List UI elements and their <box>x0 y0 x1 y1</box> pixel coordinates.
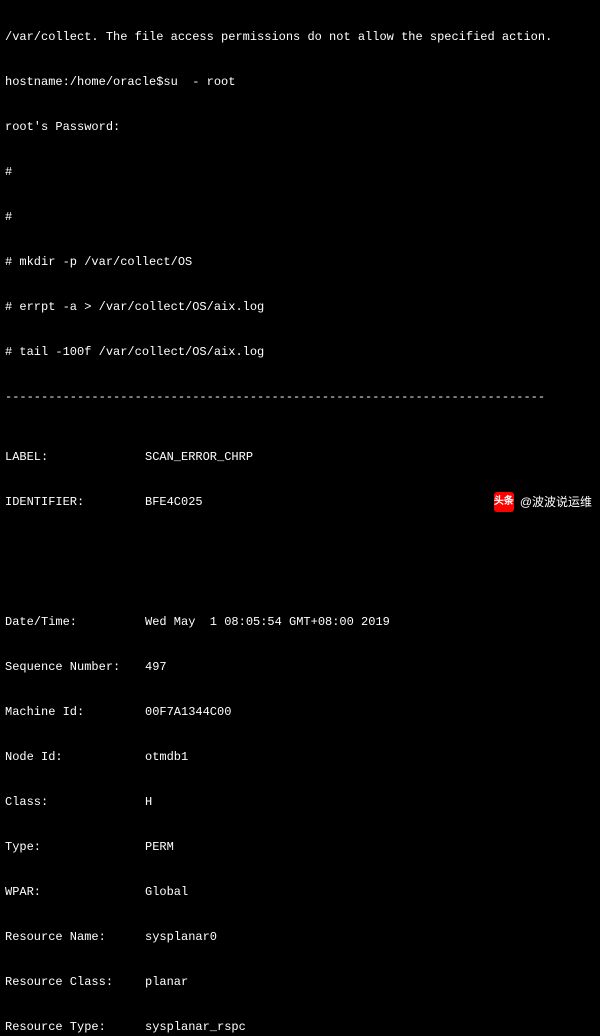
field-label: LABEL: <box>5 450 145 465</box>
field-label: Class: <box>5 795 145 810</box>
field-label: Date/Time: <box>5 615 145 630</box>
field-row: LABEL: SCAN_ERROR_CHRP <box>5 450 595 465</box>
terminal-output: /var/collect. The file access permission… <box>5 0 595 1036</box>
watermark-text: @波波说运维 <box>520 495 592 510</box>
watermark: 头条 @波波说运维 <box>494 492 592 512</box>
shell-prompt: # <box>5 165 595 180</box>
field-label: Resource Class: <box>5 975 145 990</box>
field-row: Machine Id: 00F7A1344C00 <box>5 705 595 720</box>
field-label: Resource Name: <box>5 930 145 945</box>
shell-prompt: hostname:/home/oracle$su - root <box>5 75 595 90</box>
field-row: Resource Name: sysplanar0 <box>5 930 595 945</box>
output-line: /var/collect. The file access permission… <box>5 30 595 45</box>
field-value: H <box>145 795 152 810</box>
separator-line: ----------------------------------------… <box>5 390 595 405</box>
password-prompt: root's Password: <box>5 120 595 135</box>
field-row: Node Id: otmdb1 <box>5 750 595 765</box>
field-row: WPAR: Global <box>5 885 595 900</box>
field-value: sysplanar0 <box>145 930 217 945</box>
field-row: Resource Type: sysplanar_rspc <box>5 1020 595 1035</box>
field-label: WPAR: <box>5 885 145 900</box>
field-value: otmdb1 <box>145 750 188 765</box>
field-row: Type: PERM <box>5 840 595 855</box>
field-value: PERM <box>145 840 174 855</box>
command-line: # tail -100f /var/collect/OS/aix.log <box>5 345 595 360</box>
field-value: 00F7A1344C00 <box>145 705 231 720</box>
field-label: Node Id: <box>5 750 145 765</box>
field-value: 497 <box>145 660 167 675</box>
field-row: Resource Class: planar <box>5 975 595 990</box>
command-line: # mkdir -p /var/collect/OS <box>5 255 595 270</box>
field-label: Resource Type: <box>5 1020 145 1035</box>
shell-prompt: # <box>5 210 595 225</box>
toutiao-logo-icon: 头条 <box>494 492 514 512</box>
field-row: Class: H <box>5 795 595 810</box>
field-label: Type: <box>5 840 145 855</box>
field-row: Date/Time: Wed May 1 08:05:54 GMT+08:00 … <box>5 615 595 630</box>
field-value: sysplanar_rspc <box>145 1020 246 1035</box>
field-value: planar <box>145 975 188 990</box>
blank-line <box>5 555 595 570</box>
command-line: # errpt -a > /var/collect/OS/aix.log <box>5 300 595 315</box>
field-row: Sequence Number: 497 <box>5 660 595 675</box>
field-value: Wed May 1 08:05:54 GMT+08:00 2019 <box>145 615 390 630</box>
field-label: IDENTIFIER: <box>5 495 145 510</box>
field-value: BFE4C025 <box>145 495 203 510</box>
field-value: Global <box>145 885 188 900</box>
field-value: SCAN_ERROR_CHRP <box>145 450 253 465</box>
field-label: Machine Id: <box>5 705 145 720</box>
field-label: Sequence Number: <box>5 660 145 675</box>
